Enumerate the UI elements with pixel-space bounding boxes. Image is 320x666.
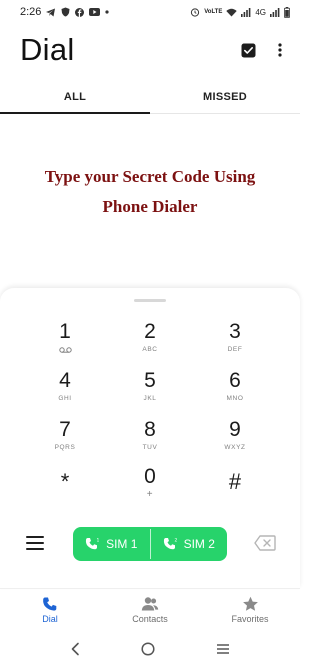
status-right: VoLTE 4G xyxy=(190,6,290,18)
call-sim1-button[interactable]: 1 SIM 1 xyxy=(73,527,150,561)
key-digit: # xyxy=(228,469,242,494)
banner-line-1: Type your Secret Code Using xyxy=(44,167,256,186)
telegram-icon xyxy=(46,8,56,17)
app-header: Dial xyxy=(0,28,300,72)
key-digit: 4 xyxy=(59,369,71,392)
sim1-label: SIM 1 xyxy=(106,537,138,551)
nav-dial-label: Dial xyxy=(42,613,58,624)
key-4[interactable]: 4 GHI xyxy=(30,369,100,413)
nav-favorites-label: Favorites xyxy=(231,613,269,624)
key-1[interactable]: 1 xyxy=(30,320,100,364)
key-letters: JKL xyxy=(143,395,157,402)
status-bar: 2:26 VoLTE 4G xyxy=(0,0,300,24)
key-letters: ABC xyxy=(142,346,158,353)
star-icon xyxy=(242,596,259,612)
key-letters: MNO xyxy=(226,395,244,402)
facebook-icon xyxy=(75,7,85,17)
sim2-label: SIM 2 xyxy=(183,537,215,551)
notification-dot-icon xyxy=(105,10,110,14)
page-title: Dial xyxy=(20,32,75,67)
network-type: 4G xyxy=(255,7,266,17)
key-digit: 9 xyxy=(229,418,241,441)
key-star[interactable]: * xyxy=(30,470,100,514)
key-6[interactable]: 6 MNO xyxy=(200,369,270,413)
key-letters: WXYZ xyxy=(224,444,246,451)
wifi-icon xyxy=(226,8,238,17)
backspace-icon xyxy=(254,535,276,551)
key-digit: 7 xyxy=(59,418,71,441)
alarm-icon xyxy=(190,7,200,17)
key-8[interactable]: 8 TUV xyxy=(115,418,185,462)
phone-sim2-icon: 2 xyxy=(163,537,178,551)
sim-call-buttons: 1 SIM 1 2 SIM 2 xyxy=(73,527,227,561)
key-digit: 0 xyxy=(144,465,156,488)
svg-text:2: 2 xyxy=(174,538,177,544)
call-log-tabs: ALL MISSED xyxy=(0,80,300,114)
key-hash[interactable]: # xyxy=(200,470,270,514)
key-letters: + xyxy=(146,489,154,500)
banner-line-2: Phone Dialer xyxy=(102,197,198,216)
key-digit: 6 xyxy=(229,369,241,392)
phone-icon xyxy=(42,596,58,612)
key-5[interactable]: 5 JKL xyxy=(115,369,185,413)
menu-icon xyxy=(26,536,44,538)
voicemail-icon xyxy=(58,347,72,353)
home-icon[interactable] xyxy=(141,642,155,656)
key-letters: TUV xyxy=(142,444,158,451)
volte-indicator: VoLTE xyxy=(204,9,223,15)
status-time: 2:26 xyxy=(20,6,42,18)
key-9[interactable]: 9 WXYZ xyxy=(200,418,270,462)
menu-icon-bar xyxy=(26,542,44,544)
youtube-icon xyxy=(89,8,101,16)
nav-dial[interactable]: Dial xyxy=(0,589,100,630)
signal-2-icon xyxy=(270,7,280,17)
key-digit: 3 xyxy=(229,320,241,343)
key-digit: * xyxy=(60,469,70,494)
key-letters: PQRS xyxy=(54,444,76,451)
bottom-navigation: Dial Contacts Favorites xyxy=(0,588,300,630)
secret-code-banner: Type your Secret Code Using Phone Dialer xyxy=(0,162,300,222)
tab-all[interactable]: ALL xyxy=(0,80,150,114)
status-left: 2:26 xyxy=(20,6,110,18)
select-checkbox-icon[interactable] xyxy=(241,43,256,58)
system-navigation-bar xyxy=(0,632,300,666)
battery-icon xyxy=(284,6,290,18)
nav-favorites[interactable]: Favorites xyxy=(200,589,300,630)
menu-icon-bar xyxy=(26,548,44,550)
recents-icon[interactable] xyxy=(216,643,230,655)
call-sim2-button[interactable]: 2 SIM 2 xyxy=(151,527,228,561)
tab-missed[interactable]: MISSED xyxy=(150,80,300,113)
key-2[interactable]: 2 ABC xyxy=(115,320,185,364)
key-0[interactable]: 0 + xyxy=(115,465,185,509)
key-digit: 5 xyxy=(144,369,156,392)
signal-icon xyxy=(241,7,251,17)
key-3[interactable]: 3 DEF xyxy=(200,320,270,364)
key-digit: 1 xyxy=(59,320,71,343)
key-letters: GHI xyxy=(58,395,72,402)
shield-icon xyxy=(61,7,70,17)
backspace-button[interactable] xyxy=(254,535,276,551)
header-actions xyxy=(241,43,282,58)
key-digit: 2 xyxy=(144,320,156,343)
contacts-icon xyxy=(141,596,159,612)
phone-sim1-icon: 1 xyxy=(85,537,100,551)
svg-text:1: 1 xyxy=(97,538,100,544)
back-icon[interactable] xyxy=(70,642,80,656)
dialpad-menu-button[interactable] xyxy=(24,534,46,552)
more-options-icon[interactable] xyxy=(278,43,282,57)
nav-contacts[interactable]: Contacts xyxy=(100,589,200,630)
key-letters: DEF xyxy=(227,346,243,353)
nav-contacts-label: Contacts xyxy=(132,613,168,624)
drag-handle[interactable] xyxy=(134,299,166,302)
key-7[interactable]: 7 PQRS xyxy=(30,418,100,462)
key-digit: 8 xyxy=(144,418,156,441)
